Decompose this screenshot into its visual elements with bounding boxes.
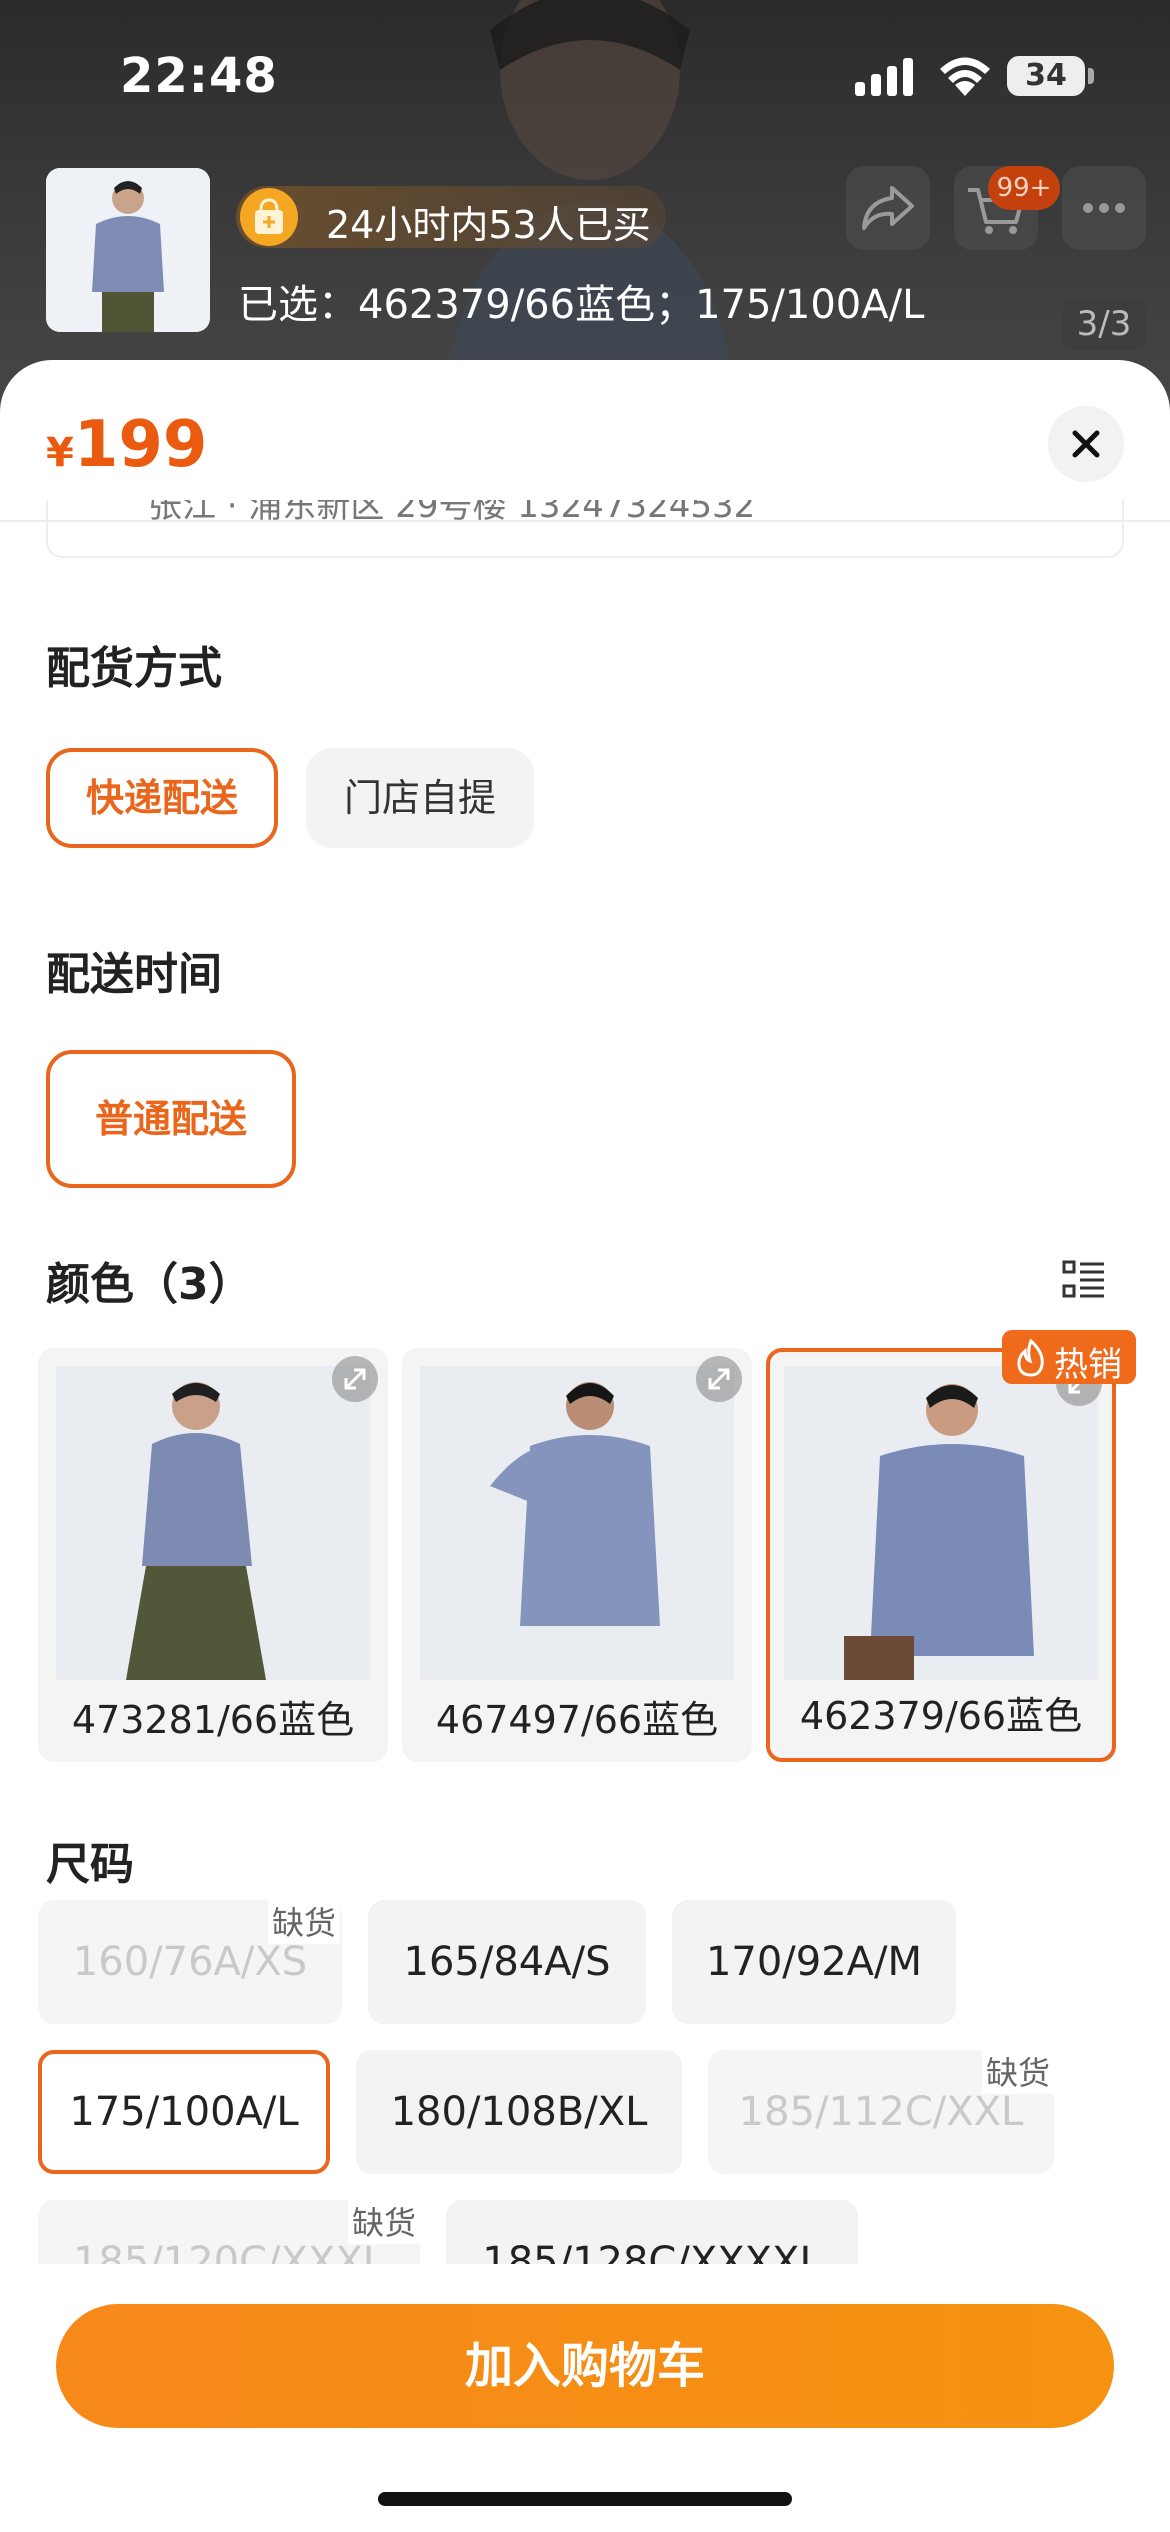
- price-value: 199: [73, 408, 208, 482]
- status-bar: 22:48 34: [0, 0, 1170, 150]
- address-text: 张江 · 浦东新区 29号楼 13247324532: [148, 500, 756, 526]
- selected-variant-text: 已选：462379/66蓝色；175/100A/L: [238, 282, 925, 328]
- more-icon: [1083, 203, 1125, 213]
- color-option-photo: [420, 1366, 734, 1680]
- price-currency: ¥: [46, 430, 74, 476]
- address-card[interactable]: 张江 · 浦东新区 29号楼 13247324532: [46, 500, 1124, 558]
- image-counter: 3/3: [1062, 298, 1146, 350]
- home-indicator: [378, 2492, 792, 2506]
- size-option[interactable]: 170/92A/M: [672, 1900, 956, 2024]
- hot-sale-label: 热销: [1054, 1345, 1122, 1385]
- wifi-icon: [940, 57, 990, 96]
- color-title: 颜色（3）: [46, 1259, 253, 1310]
- variant-picker-sheet: 张江 · 浦东新区 29号楼 13247324532 ¥199 配货方式 快递配…: [0, 360, 1170, 2532]
- expand-icon[interactable]: [696, 1356, 742, 1402]
- out-of-stock-label: 缺货: [268, 1900, 341, 1944]
- recent-buyers-text: 24小时内53人已买: [326, 203, 651, 247]
- color-option-label: 462379/66蓝色: [799, 1694, 1083, 1738]
- delivery-time-title: 配送时间: [46, 949, 222, 1000]
- out-of-stock-label: 缺货: [982, 2048, 1055, 2094]
- close-icon: [1072, 430, 1100, 458]
- header-divider: [0, 520, 1170, 522]
- flame-icon: [1017, 1339, 1044, 1377]
- status-time: 22:48: [120, 48, 278, 104]
- add-to-cart-button[interactable]: 加入购物车: [56, 2304, 1114, 2428]
- color-option-card[interactable]: 473281/66蓝色: [38, 1348, 388, 1762]
- delivery-option-pickup[interactable]: 门店自提: [306, 748, 534, 848]
- size-options-grid: 160/76A/XS 缺货 165/84A/S 170/92A/M 175/10…: [0, 1900, 1170, 2264]
- color-option-label: 473281/66蓝色: [71, 1698, 355, 1742]
- share-button[interactable]: [846, 166, 930, 250]
- shopping-bag-icon: [240, 188, 298, 246]
- delivery-option-express[interactable]: 快递配送: [46, 748, 278, 848]
- color-option-card[interactable]: 467497/66蓝色: [402, 1348, 752, 1762]
- size-option-selected[interactable]: 175/100A/L: [38, 2050, 330, 2174]
- battery-tip: [1088, 68, 1094, 84]
- cart-count-badge: 99+: [988, 166, 1060, 210]
- cellular-signal-icon: [855, 58, 913, 96]
- color-option-label: 467497/66蓝色: [435, 1698, 719, 1742]
- expand-icon[interactable]: [332, 1356, 378, 1402]
- battery-indicator: 34: [1007, 56, 1085, 96]
- size-option[interactable]: 165/84A/S: [368, 1900, 646, 2024]
- size-title: 尺码: [46, 1839, 134, 1890]
- selected-product-thumbnail[interactable]: [46, 168, 210, 332]
- delivery-time-standard[interactable]: 普通配送: [46, 1050, 296, 1188]
- product-thumbnail-image: [46, 168, 210, 332]
- size-option[interactable]: 185/128C/XXXXL: [446, 2200, 858, 2264]
- delivery-method-title: 配货方式: [46, 643, 222, 694]
- color-option-photo: [56, 1366, 370, 1680]
- size-option[interactable]: 180/108B/XL: [356, 2050, 682, 2174]
- hot-sale-tag: 热销: [1002, 1330, 1136, 1385]
- close-button[interactable]: [1048, 406, 1124, 482]
- color-option-photo: [784, 1366, 1098, 1680]
- share-icon: [862, 186, 914, 230]
- price: ¥199: [46, 408, 207, 482]
- color-option-card-selected[interactable]: 462379/66蓝色: [766, 1348, 1116, 1762]
- more-button[interactable]: [1062, 166, 1146, 250]
- list-view-icon[interactable]: [1062, 1258, 1106, 1302]
- out-of-stock-label: 缺货: [348, 2198, 421, 2244]
